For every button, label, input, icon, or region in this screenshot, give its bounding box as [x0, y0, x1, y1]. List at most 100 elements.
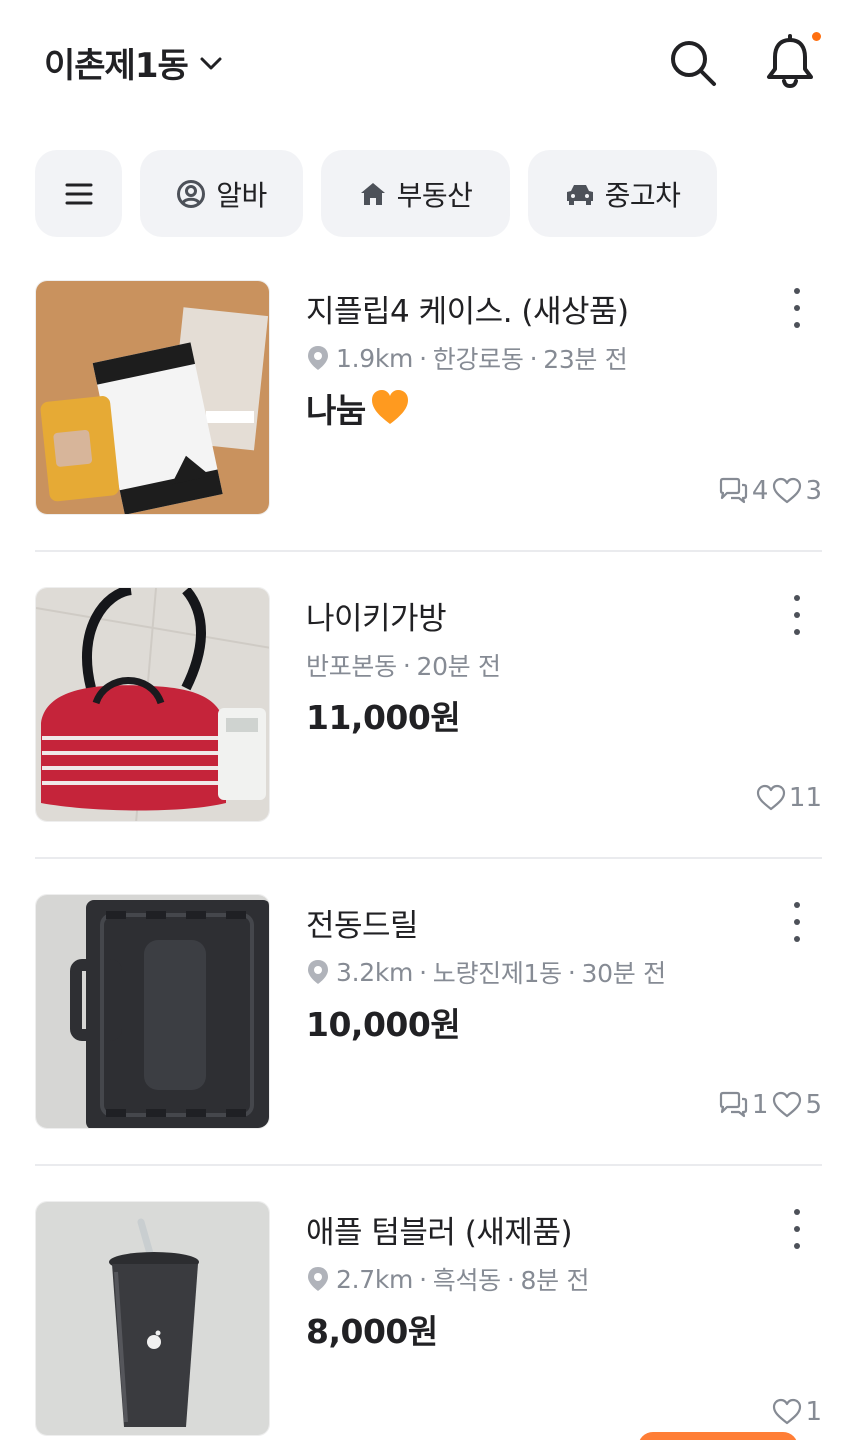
item-title: 지플립4 케이스. (새상품): [306, 294, 629, 330]
heart-outline-icon: [773, 1398, 802, 1425]
item-price: 10,000원: [306, 998, 461, 1046]
meta-separator: ·: [419, 343, 427, 373]
more-options-button[interactable]: [783, 1209, 811, 1249]
item-thumbnail: [35, 1201, 270, 1436]
item-meta: 3.2km · 노량진제1동 · 30분 전: [306, 954, 666, 990]
item-price: 8,000원: [306, 1305, 438, 1353]
item-price-text: 나눔: [306, 391, 366, 430]
chat-bubble-icon: [719, 1091, 748, 1118]
like-count-value: 11: [788, 783, 822, 813]
notification-dot: [812, 32, 821, 41]
list-item[interactable]: 전동드릴 3.2km · 노량진제1동 · 30분 전 10,000원 1 5: [35, 894, 822, 1201]
location-pin-icon: [308, 960, 328, 984]
chat-count: 1: [717, 1090, 769, 1120]
item-list: 지플립4 케이스. (새상품) 1.9km · 한강로동 · 23분 전 나눔 …: [35, 280, 822, 1440]
search-button[interactable]: [668, 38, 718, 88]
list-item[interactable]: 지플립4 케이스. (새상품) 1.9km · 한강로동 · 23분 전 나눔 …: [35, 280, 822, 587]
chip-alba-label: 알바: [216, 178, 267, 212]
item-divider: [35, 1164, 822, 1166]
item-price: 11,000원: [306, 691, 461, 739]
meta-separator: ·: [567, 957, 576, 987]
chip-used-car-label: 중고차: [604, 178, 681, 212]
top-app-bar: 이촌제1동: [0, 0, 857, 125]
item-meta: 반포본동 · 20분 전: [306, 647, 501, 683]
heart-outline-icon: [773, 1091, 802, 1118]
chip-alba[interactable]: 알바: [140, 150, 303, 237]
dot-icon: [794, 1209, 800, 1215]
chip-menu[interactable]: [35, 150, 122, 237]
item-meta: 1.9km · 한강로동 · 23분 전: [306, 340, 628, 376]
item-area: 반포본동: [306, 652, 397, 681]
dot-icon: [794, 919, 800, 925]
like-count: 3: [772, 476, 822, 506]
dot-icon: [794, 936, 800, 942]
item-stats: 11: [756, 783, 822, 813]
meta-separator: ·: [402, 650, 411, 680]
list-item[interactable]: 나이키가방 반포본동 · 20분 전 11,000원 11: [35, 587, 822, 894]
item-meta: 2.7km · 흑석동 · 8분 전: [306, 1261, 589, 1297]
meta-separator: ·: [529, 343, 538, 373]
heart-outline-icon: [773, 477, 802, 504]
user-circle-icon: [177, 179, 206, 208]
house-icon: [360, 182, 385, 205]
meta-separator: ·: [419, 957, 427, 987]
item-stats: 1 5: [717, 1090, 822, 1120]
chip-real-estate[interactable]: 부동산: [321, 150, 510, 237]
item-distance: 2.7km: [336, 1264, 414, 1294]
dot-icon: [794, 305, 800, 311]
location-pin-icon: [308, 1267, 328, 1291]
category-chips: 알바 부동산 중고차: [35, 150, 717, 238]
item-distance: 3.2km: [336, 957, 414, 987]
like-count-value: 5: [805, 1090, 822, 1120]
chat-bubble-icon: [719, 477, 748, 504]
dot-icon: [794, 595, 800, 601]
dot-icon: [794, 629, 800, 635]
more-options-button[interactable]: [783, 902, 811, 942]
like-count: 11: [756, 783, 822, 813]
item-time: 30분 전: [581, 959, 667, 988]
item-thumbnail: [35, 587, 270, 822]
dot-icon: [794, 902, 800, 908]
item-title: 애플 텀블러 (새제품): [306, 1215, 573, 1251]
like-count-value: 3: [805, 476, 822, 506]
item-price-text: 10,000원: [306, 1005, 461, 1044]
item-area: 한강로동: [432, 345, 524, 374]
orange-heart-icon: [371, 390, 408, 424]
menu-icon: [65, 183, 92, 204]
item-thumbnail: [35, 280, 270, 515]
dot-icon: [794, 612, 800, 618]
chip-used-car[interactable]: 중고차: [528, 150, 717, 237]
meta-separator: ·: [506, 1264, 515, 1294]
item-stats: 1: [772, 1397, 822, 1427]
chip-real-estate-label: 부동산: [396, 178, 473, 212]
write-post-button[interactable]: [638, 1432, 798, 1440]
meta-separator: ·: [419, 1264, 427, 1294]
car-icon: [566, 184, 593, 205]
chevron-down-icon: [200, 57, 222, 69]
location-pin-icon: [308, 346, 328, 370]
like-count: 1: [772, 1397, 822, 1427]
chat-count-value: 1: [751, 1090, 769, 1120]
item-divider: [35, 857, 822, 859]
more-options-button[interactable]: [783, 288, 811, 328]
item-thumbnail: [35, 894, 270, 1129]
dot-icon: [794, 1226, 800, 1232]
chat-count-value: 4: [751, 476, 769, 506]
item-divider: [35, 550, 822, 552]
item-area: 흑석동: [432, 1266, 501, 1295]
list-item[interactable]: 애플 텀블러 (새제품) 2.7km · 흑석동 · 8분 전 8,000원 1: [35, 1201, 822, 1440]
search-icon: [671, 41, 716, 86]
item-title: 전동드릴: [306, 908, 419, 944]
item-title: 나이키가방: [306, 601, 447, 637]
item-time: 8분 전: [520, 1266, 590, 1295]
dot-icon: [794, 288, 800, 294]
item-stats: 4 3: [717, 476, 822, 506]
more-options-button[interactable]: [783, 595, 811, 635]
item-area: 노량진제1동: [432, 959, 562, 988]
like-count: 5: [772, 1090, 822, 1120]
dot-icon: [794, 322, 800, 328]
location-selector[interactable]: 이촌제1동: [44, 38, 224, 87]
bell-icon: [767, 34, 813, 89]
notification-button[interactable]: [764, 34, 816, 90]
dot-icon: [794, 1243, 800, 1249]
